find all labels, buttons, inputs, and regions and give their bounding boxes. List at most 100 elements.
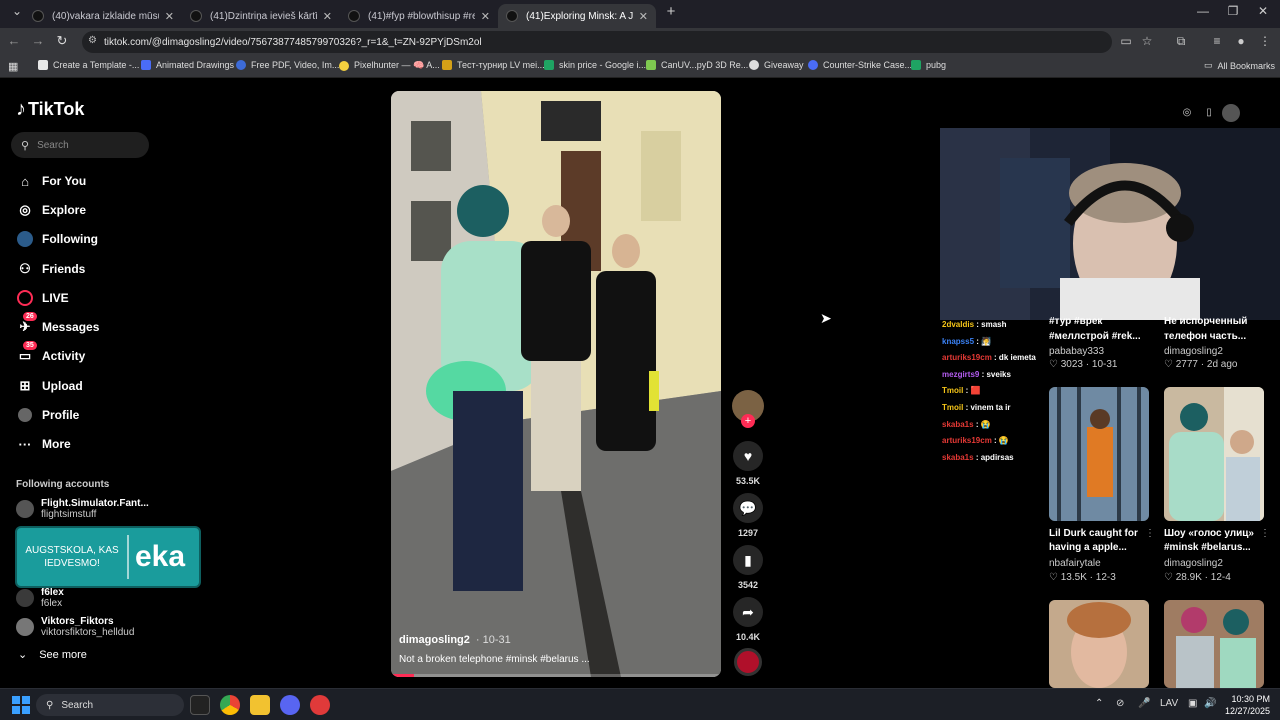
heart-icon[interactable]: ♥	[733, 441, 763, 471]
back-icon[interactable]: ←	[4, 33, 24, 48]
url-field[interactable]: ⚙ tiktok.com/@dimagosling2/video/7567387…	[82, 31, 1112, 53]
all-bookmarks-button[interactable]: ▭ All Bookmarks	[1204, 60, 1275, 71]
nav-following[interactable]: Following	[16, 228, 98, 250]
cast-icon[interactable]: ▭	[1117, 34, 1135, 48]
coins-icon[interactable]: ◎	[1178, 104, 1196, 122]
task-view-icon[interactable]	[190, 695, 210, 715]
close-window-icon[interactable]: ✕	[1248, 4, 1278, 18]
nav-for-you[interactable]: ⌂ For You	[16, 170, 86, 192]
video-author[interactable]: dimagosling2 · 10-31	[399, 634, 590, 646]
search-input[interactable]: ⚲ Search	[11, 132, 149, 158]
comment-action[interactable]: 💬 1297	[732, 493, 764, 538]
video-card[interactable]: #тур #врек #меллстрой #rek... pababay333…	[1049, 314, 1149, 370]
chrome-icon[interactable]	[220, 695, 240, 715]
sound-disc-icon[interactable]	[734, 648, 762, 676]
bookmark-item[interactable]: Animated Drawings	[141, 60, 234, 70]
nav-explore[interactable]: ◎ Explore	[16, 199, 86, 221]
video-card[interactable]: Шоу «голос улиц» #minsk #belarus... ⋮ dim…	[1164, 387, 1270, 583]
video-card[interactable]: Lil Durk caught for having a apple... ⋮ n…	[1049, 387, 1155, 583]
save-action[interactable]: ▮ 3542	[732, 545, 764, 590]
browser-menu-icon[interactable]: ⋮	[1256, 34, 1274, 48]
language-indicator[interactable]: LAV	[1160, 698, 1178, 709]
taskbar-search[interactable]: ⚲ Search	[36, 694, 184, 716]
share-icon[interactable]: ➦	[733, 597, 763, 627]
bookmark-item[interactable]: pubg	[911, 60, 946, 70]
nav-messages[interactable]: ✈ 26 Messages	[16, 312, 99, 338]
device-icon[interactable]: ▯	[1200, 104, 1218, 122]
close-tab-icon[interactable]: ✕	[323, 10, 332, 23]
file-explorer-icon[interactable]	[250, 695, 270, 715]
windows-start-icon[interactable]	[12, 696, 30, 714]
more-options-icon[interactable]: ⋮	[1145, 527, 1155, 541]
reload-icon[interactable]: ↻	[52, 33, 72, 49]
video-thumbnail[interactable]	[1049, 387, 1149, 521]
browser-tab[interactable]: (41)#fyp #blowthisup #relatable...✕	[340, 4, 498, 28]
system-clock[interactable]: 10:30 PM 12/27/2025	[1225, 693, 1270, 717]
close-tab-icon[interactable]: ✕	[639, 10, 648, 23]
bookmark-item[interactable]: Giveaway	[749, 60, 804, 70]
nav-activity[interactable]: ▭ 35 Activity	[16, 341, 85, 367]
video-thumbnail[interactable]	[1164, 600, 1264, 688]
bookmark-item[interactable]: Тест-турнир LV mei...	[442, 60, 545, 70]
bookmark-item[interactable]: Create a Template -...	[38, 60, 139, 70]
nav-live[interactable]: LIVE	[16, 287, 69, 309]
card-stats: ♡ 2777 · 2d ago	[1164, 359, 1238, 370]
video-thumbnail[interactable]	[1164, 387, 1264, 521]
extensions-icon[interactable]: ⧉	[1172, 34, 1190, 49]
tray-chevron-icon[interactable]: ⌃	[1095, 698, 1103, 709]
tiktok-favicon-icon	[190, 10, 202, 22]
video-card[interactable]	[1049, 600, 1149, 688]
app-icon[interactable]	[310, 695, 330, 715]
close-tab-icon[interactable]: ✕	[165, 10, 174, 23]
video-frame	[391, 91, 721, 677]
following-account[interactable]: Flight.Simulator.Fant... flightsimstuff	[16, 498, 149, 520]
site-info-icon[interactable]: ⚙	[88, 35, 97, 46]
nav-profile[interactable]: Profile	[16, 404, 79, 426]
microphone-icon[interactable]: 🎤	[1138, 698, 1150, 709]
like-action[interactable]: ♥ 53.5K	[732, 441, 764, 486]
bookmark-item[interactable]: Counter-Strike Case...	[808, 60, 912, 70]
close-tab-icon[interactable]: ✕	[481, 10, 490, 23]
discord-icon[interactable]	[280, 695, 300, 715]
video-player[interactable]: dimagosling2 · 10-31 Not a broken telepho…	[391, 91, 721, 677]
new-tab-button[interactable]: +	[656, 3, 686, 20]
minimize-icon[interactable]: —	[1188, 4, 1218, 18]
video-card[interactable]: Не испорченный телефон часть... dimagosl…	[1164, 314, 1264, 370]
restore-icon[interactable]: ❐	[1218, 4, 1248, 18]
video-card[interactable]	[1164, 600, 1264, 688]
user-avatar-icon[interactable]	[1222, 104, 1240, 122]
following-account[interactable]: f6lex f6lex	[16, 587, 64, 609]
nav-upload[interactable]: ⊞ Upload	[16, 375, 83, 397]
reading-list-icon[interactable]: ≡	[1208, 34, 1226, 48]
network-icon[interactable]: ▣	[1188, 698, 1197, 709]
bookmark-star-icon[interactable]: ☆	[1138, 34, 1156, 48]
video-caption[interactable]: Not a broken telephone #minsk #belarus .…	[399, 654, 590, 665]
chat-text: : sveiks	[981, 369, 1011, 379]
video-progress-bar[interactable]	[391, 674, 721, 677]
profile-avatar-icon[interactable]: ●	[1232, 34, 1250, 48]
avatar	[16, 589, 34, 607]
tiktok-logo[interactable]: ♪ TikTok	[16, 98, 84, 121]
follow-plus-icon[interactable]: +	[741, 414, 755, 428]
nav-more[interactable]: ··· More	[16, 433, 71, 455]
bookmark-item[interactable]: Pixelhunter — 🧠 A...	[339, 60, 440, 71]
volume-icon[interactable]: 🔊	[1204, 698, 1216, 709]
nav-friends[interactable]: ⚇ Friends	[16, 258, 85, 280]
following-account[interactable]: Viktors_Fiktors viktorsfiktors_helldud	[16, 616, 134, 638]
bookmark-item[interactable]: skin price - Google i...	[544, 60, 646, 70]
see-more-button[interactable]: ⌄ See more	[18, 648, 87, 662]
browser-tab[interactable]: (41)Dzintriņa ievieš kārtību. Pt2 ...✕	[182, 4, 340, 28]
tray-app-icon[interactable]: ⊘	[1116, 698, 1124, 709]
comment-icon[interactable]: 💬	[733, 493, 763, 523]
creator-avatar[interactable]: +	[732, 390, 764, 428]
bookmark-item[interactable]: CanUV...pyD 3D Re...	[646, 60, 748, 70]
forward-icon[interactable]: →	[28, 33, 48, 48]
more-options-icon[interactable]: ⋮	[1260, 527, 1270, 541]
share-action[interactable]: ➦ 10.4K	[732, 597, 764, 642]
video-thumbnail[interactable]	[1049, 600, 1149, 688]
browser-tab[interactable]: (40)vakara izklaide mūsu ģimene...✕	[24, 4, 182, 28]
browser-tab-active[interactable]: (41)Exploring Minsk: A Journey ...✕	[498, 4, 656, 28]
bookmark-icon[interactable]: ▮	[733, 545, 763, 575]
apps-grid-icon[interactable]: ▦	[8, 60, 18, 73]
bookmark-item[interactable]: Free PDF, Video, Im...	[236, 60, 339, 70]
